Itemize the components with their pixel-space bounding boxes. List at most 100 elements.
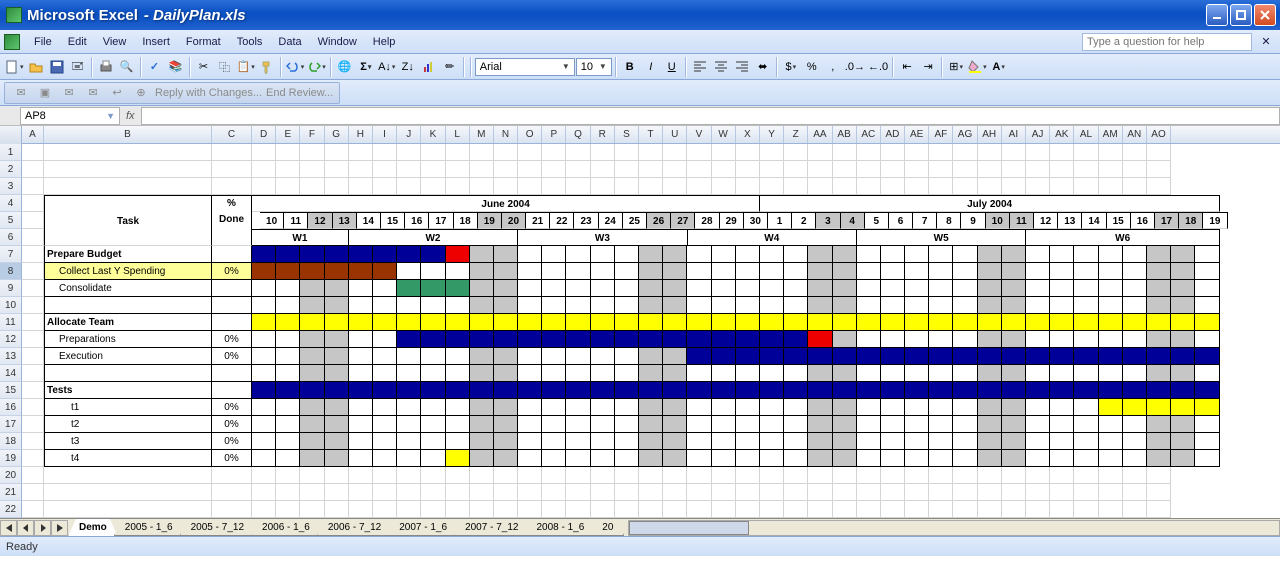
cell[interactable] bbox=[22, 348, 44, 365]
cell[interactable] bbox=[663, 416, 687, 433]
cell[interactable] bbox=[639, 263, 663, 280]
cell[interactable] bbox=[300, 416, 324, 433]
cell[interactable]: 17 bbox=[1155, 212, 1179, 229]
col-header[interactable]: AA bbox=[808, 126, 832, 143]
cell[interactable] bbox=[1099, 467, 1123, 484]
cell[interactable] bbox=[1026, 178, 1050, 195]
cell[interactable] bbox=[663, 433, 687, 450]
row-header[interactable]: 19 bbox=[0, 450, 22, 467]
menu-view[interactable]: View bbox=[95, 33, 135, 51]
cell[interactable] bbox=[1147, 161, 1171, 178]
cell[interactable] bbox=[542, 450, 566, 467]
cell[interactable] bbox=[953, 246, 977, 263]
cell[interactable] bbox=[905, 161, 929, 178]
cell[interactable] bbox=[1099, 161, 1123, 178]
cell[interactable] bbox=[1123, 178, 1147, 195]
cell[interactable] bbox=[615, 144, 639, 161]
cell[interactable] bbox=[760, 297, 784, 314]
cell[interactable] bbox=[1099, 314, 1123, 331]
cell[interactable] bbox=[929, 467, 953, 484]
cell[interactable] bbox=[905, 280, 929, 297]
cell[interactable] bbox=[494, 280, 518, 297]
cell[interactable] bbox=[905, 501, 929, 518]
cell[interactable] bbox=[905, 365, 929, 382]
cell[interactable] bbox=[639, 365, 663, 382]
cell[interactable] bbox=[542, 501, 566, 518]
cell[interactable] bbox=[833, 450, 857, 467]
cell[interactable] bbox=[212, 467, 252, 484]
col-header[interactable]: AL bbox=[1074, 126, 1098, 143]
col-header[interactable]: V bbox=[687, 126, 711, 143]
cell[interactable] bbox=[591, 161, 615, 178]
cell[interactable] bbox=[373, 433, 397, 450]
research-button[interactable]: 📚 bbox=[166, 57, 186, 77]
sort-asc-button[interactable]: A↓ bbox=[377, 57, 397, 77]
cell[interactable] bbox=[494, 399, 518, 416]
cell[interactable] bbox=[421, 161, 445, 178]
cell[interactable] bbox=[591, 314, 615, 331]
cell[interactable] bbox=[252, 433, 276, 450]
cell[interactable]: 9 bbox=[961, 212, 985, 229]
col-header[interactable]: Q bbox=[566, 126, 590, 143]
cell[interactable] bbox=[470, 297, 494, 314]
cell[interactable] bbox=[736, 263, 760, 280]
cell[interactable] bbox=[542, 331, 566, 348]
cell[interactable] bbox=[397, 297, 421, 314]
cell[interactable] bbox=[1195, 450, 1219, 467]
cell[interactable] bbox=[44, 161, 212, 178]
cell[interactable] bbox=[808, 178, 832, 195]
cell[interactable] bbox=[1002, 314, 1026, 331]
copy-button[interactable]: ⿻ bbox=[215, 57, 235, 77]
cell[interactable] bbox=[663, 365, 687, 382]
cell[interactable] bbox=[252, 365, 276, 382]
cell[interactable] bbox=[212, 144, 252, 161]
cell[interactable] bbox=[1026, 314, 1050, 331]
cell[interactable] bbox=[639, 331, 663, 348]
cell[interactable] bbox=[349, 399, 373, 416]
cell[interactable] bbox=[712, 348, 736, 365]
cell[interactable] bbox=[639, 399, 663, 416]
cell[interactable] bbox=[1002, 501, 1026, 518]
cell[interactable] bbox=[1050, 280, 1074, 297]
cell[interactable] bbox=[736, 416, 760, 433]
cell[interactable] bbox=[1195, 382, 1219, 399]
cell[interactable]: 27 bbox=[671, 212, 695, 229]
cell[interactable] bbox=[639, 314, 663, 331]
col-header[interactable]: R bbox=[591, 126, 615, 143]
cell[interactable] bbox=[615, 280, 639, 297]
cell[interactable] bbox=[1050, 263, 1074, 280]
cell[interactable] bbox=[808, 297, 832, 314]
cell[interactable] bbox=[591, 263, 615, 280]
cell[interactable] bbox=[518, 280, 542, 297]
cell[interactable] bbox=[1123, 399, 1147, 416]
cell[interactable] bbox=[1123, 348, 1147, 365]
cell[interactable] bbox=[663, 501, 687, 518]
cell[interactable] bbox=[1002, 467, 1026, 484]
decrease-decimal-button[interactable]: ←.0 bbox=[867, 57, 889, 77]
cell[interactable] bbox=[760, 161, 784, 178]
cell[interactable] bbox=[857, 246, 881, 263]
cell[interactable] bbox=[1002, 280, 1026, 297]
cell[interactable]: 0% bbox=[212, 263, 252, 280]
cell[interactable] bbox=[212, 382, 252, 399]
col-header[interactable]: K bbox=[421, 126, 445, 143]
row-header[interactable]: 13 bbox=[0, 348, 22, 365]
cell[interactable] bbox=[446, 348, 470, 365]
cell[interactable] bbox=[373, 178, 397, 195]
cell[interactable] bbox=[349, 161, 373, 178]
cell[interactable] bbox=[953, 280, 977, 297]
cell[interactable] bbox=[953, 297, 977, 314]
cell[interactable] bbox=[542, 382, 566, 399]
row-header[interactable]: 22 bbox=[0, 501, 22, 518]
cell[interactable] bbox=[833, 416, 857, 433]
cell[interactable] bbox=[373, 348, 397, 365]
cell[interactable]: W3 bbox=[518, 229, 687, 246]
cell[interactable]: 13 bbox=[333, 212, 357, 229]
cell[interactable] bbox=[663, 450, 687, 467]
cell[interactable] bbox=[784, 399, 808, 416]
cell[interactable] bbox=[470, 433, 494, 450]
cell[interactable] bbox=[1050, 161, 1074, 178]
cell[interactable] bbox=[1074, 467, 1098, 484]
cell[interactable] bbox=[712, 144, 736, 161]
cell[interactable] bbox=[639, 433, 663, 450]
